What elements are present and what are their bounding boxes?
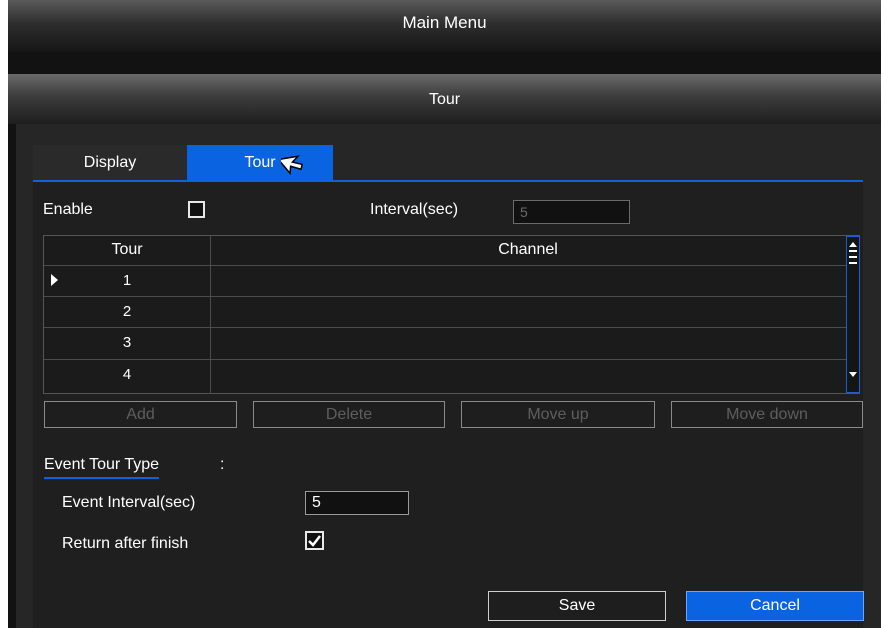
scroll-up-icon[interactable] <box>849 242 857 247</box>
scroll-thumb-line <box>849 250 857 252</box>
tab-display-label: Display <box>83 154 137 171</box>
return-after-finish-label: Return after finish <box>62 535 189 552</box>
dialog-title: Tour <box>428 91 461 108</box>
tab-tour-label: Tour <box>244 154 276 171</box>
scroll-thumb-line <box>849 262 857 264</box>
column-header-tour: Tour <box>111 241 143 258</box>
delete-button[interactable]: Delete <box>253 401 445 428</box>
scroll-down-icon[interactable] <box>849 372 857 377</box>
enable-checkbox[interactable] <box>188 201 205 218</box>
scroll-thumb-line <box>849 256 857 258</box>
cancel-button[interactable]: Cancel <box>686 591 864 621</box>
row-tour-number: 3 <box>122 334 132 351</box>
return-after-finish-checkbox[interactable] <box>305 531 324 550</box>
table-scrollbar[interactable] <box>846 236 860 393</box>
tab-display[interactable]: Display <box>33 145 187 181</box>
main-menu-title: Main Menu <box>402 13 487 32</box>
add-button[interactable]: Add <box>44 401 237 428</box>
tab-tour[interactable]: Tour <box>187 145 333 181</box>
row-tour-number: 2 <box>122 303 132 320</box>
move-down-button[interactable]: Move down <box>671 401 863 428</box>
main-menu-title-bar: Main Menu <box>8 0 881 52</box>
dialog-title-bar: Tour <box>8 74 881 124</box>
column-header-channel: Channel <box>498 241 558 258</box>
row-tour-number: 4 <box>122 366 132 383</box>
event-tour-type-heading: Event Tour Type <box>44 456 160 479</box>
event-interval-label: Event Interval(sec) <box>62 494 196 511</box>
mouse-cursor-icon <box>281 155 304 176</box>
interval-input[interactable]: 5 <box>513 200 630 224</box>
check-icon <box>308 535 321 547</box>
row-tour-number: 1 <box>122 272 132 289</box>
move-up-button[interactable]: Move up <box>461 401 655 428</box>
event-heading-colon: : <box>220 456 225 473</box>
event-interval-input[interactable]: 5 <box>305 491 409 515</box>
enable-label: Enable <box>43 201 93 218</box>
event-tour-type-label: Event Tour Type <box>44 456 160 473</box>
save-button[interactable]: Save <box>488 591 666 621</box>
interval-label: Interval(sec) <box>370 201 459 218</box>
